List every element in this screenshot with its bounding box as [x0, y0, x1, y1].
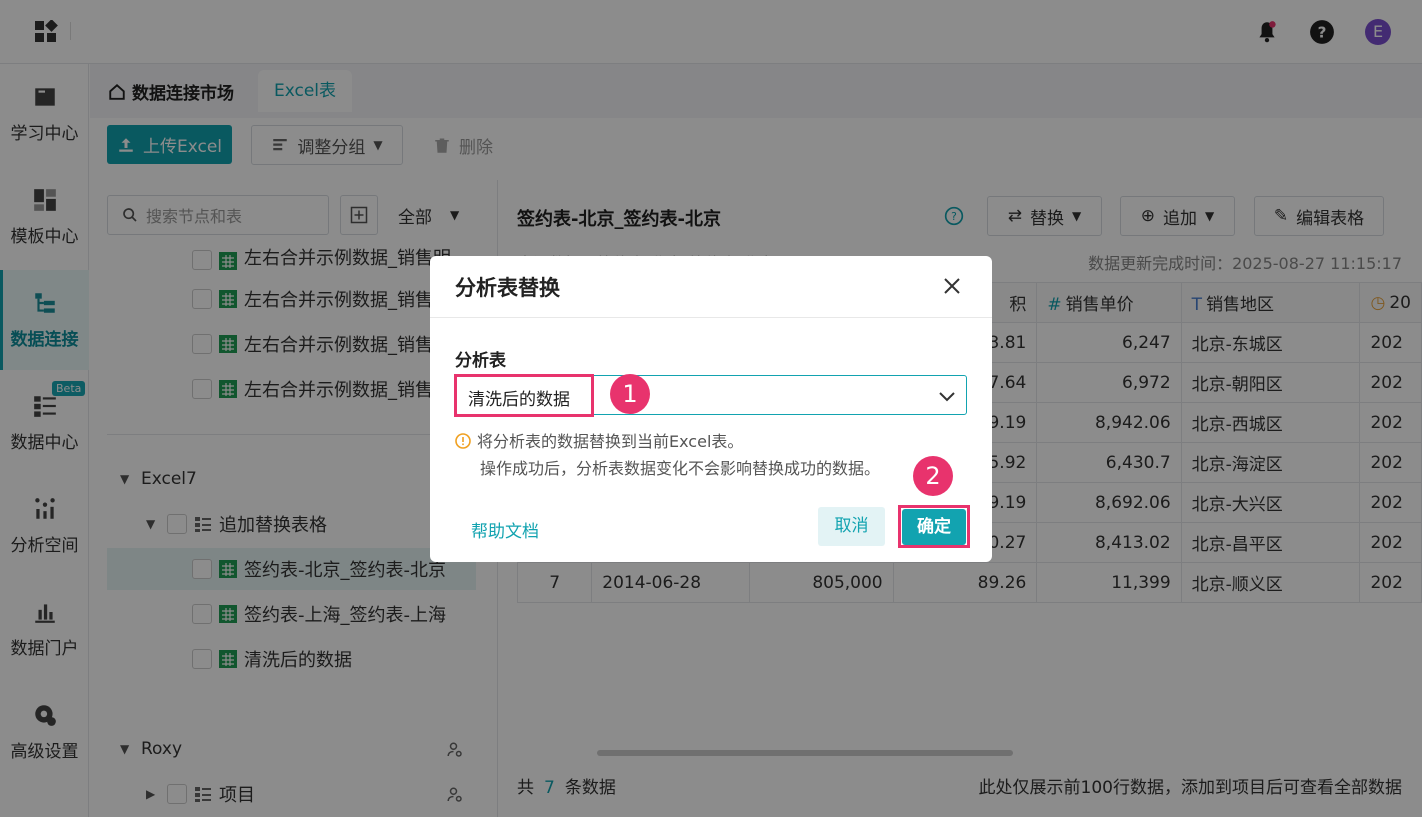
dialog-title: 分析表替换 — [455, 276, 560, 300]
help-docs-link[interactable]: 帮助文档 — [471, 517, 539, 542]
warning-icon — [455, 433, 471, 449]
analysis-table-label: 分析表 — [455, 351, 506, 371]
step-badge: 2 — [913, 456, 953, 496]
cancel-button[interactable]: 取消 — [818, 507, 885, 546]
warning-line-2: 操作成功后，分析表数据变化不会影响替换成功的数据。 — [480, 459, 881, 478]
dialog-header: 分析表替换 — [430, 256, 992, 318]
warning-message: 将分析表的数据替换到当前Excel表。 操作成功后，分析表数据变化不会影响替换成… — [455, 428, 880, 482]
confirm-button[interactable]: 确定 — [902, 509, 966, 545]
warning-line-1: 将分析表的数据替换到当前Excel表。 — [477, 432, 744, 451]
highlight-box — [454, 374, 594, 417]
close-icon[interactable] — [942, 276, 962, 296]
chevron-down-icon — [939, 392, 955, 402]
replace-analysis-table-dialog: 分析表替换 分析表 清洗后的数据 1 将分析表的数据替换到当前Excel表。 操… — [430, 256, 992, 562]
step-badge: 1 — [610, 374, 650, 414]
